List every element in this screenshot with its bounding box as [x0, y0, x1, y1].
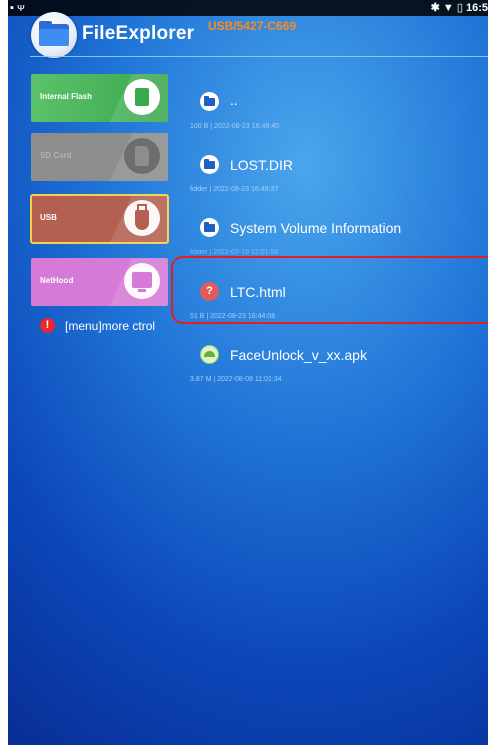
file-meta: 100 B | 2022-08-23 16:49:40 [190, 123, 280, 130]
app-screen: ▪ ᴪ ✱ ▼ ▯ 16:5 FileExplorer USB/5427-C66… [8, 0, 488, 745]
file-name: FaceUnlock_v_xx.apk [230, 347, 367, 363]
storage-tile-internal-flash[interactable]: Internal Flash [31, 74, 168, 122]
storage-tile-label: SD Card [40, 151, 72, 160]
folder-icon [200, 218, 219, 237]
status-icons: ✱ ▼ ▯ 16:5 [431, 1, 488, 14]
usb-drive-icon [124, 200, 160, 236]
file-name: .. [230, 92, 238, 108]
app-title: FileExplorer [82, 23, 195, 44]
file-meta: folder | 2022-07-19 12:01:56 [190, 249, 279, 256]
file-name: LOST.DIR [230, 157, 294, 173]
sd-card-icon [124, 138, 160, 174]
apk-file-icon [200, 345, 219, 364]
header-divider [30, 56, 488, 57]
storage-tile-label: NetHood [40, 276, 74, 285]
status-bar: ▪ ᴪ ✱ ▼ ▯ 16:5 [8, 0, 488, 16]
storage-tile-usb[interactable]: USB [30, 194, 169, 244]
storage-tile-sd-card[interactable]: SD Card [31, 133, 168, 181]
chip-icon [124, 79, 160, 115]
bluetooth-icon: ✱ [430, 2, 440, 14]
storage-tile-label: Internal Flash [40, 92, 93, 101]
file-meta: 3.87 M | 2022-08-09 11:01:34 [190, 376, 282, 383]
file-name: System Volume Information [230, 220, 402, 236]
storage-tile-nethood[interactable]: NetHood [31, 258, 168, 306]
folder-icon [200, 155, 219, 174]
menu-hint-text: [menu]more ctrol [65, 319, 156, 333]
current-path: USB/5427-C669 [208, 19, 297, 33]
battery-icon: ▯ [456, 2, 463, 14]
file-row-parent-dir[interactable]: .. 100 B | 2022-08-23 16:49:40 [190, 86, 480, 146]
app-logo-folder-icon [31, 12, 77, 58]
folder-icon [200, 92, 219, 111]
notification-icon: ▪ ᴪ [10, 2, 25, 14]
monitor-icon [124, 263, 160, 299]
wifi-icon: ▼ [442, 2, 454, 14]
warning-icon: ! [40, 318, 55, 333]
file-row-lost-dir[interactable]: LOST.DIR folder | 2022-08-23 16:49:37 [190, 153, 480, 213]
clock: 16:5 [465, 2, 488, 14]
file-meta: folder | 2022-08-23 16:49:37 [190, 186, 279, 193]
storage-tile-label: USB [40, 213, 57, 222]
selection-highlight-box [171, 256, 488, 324]
file-row-faceunlock-apk[interactable]: FaceUnlock_v_xx.apk 3.87 M | 2022-08-09 … [190, 343, 480, 403]
